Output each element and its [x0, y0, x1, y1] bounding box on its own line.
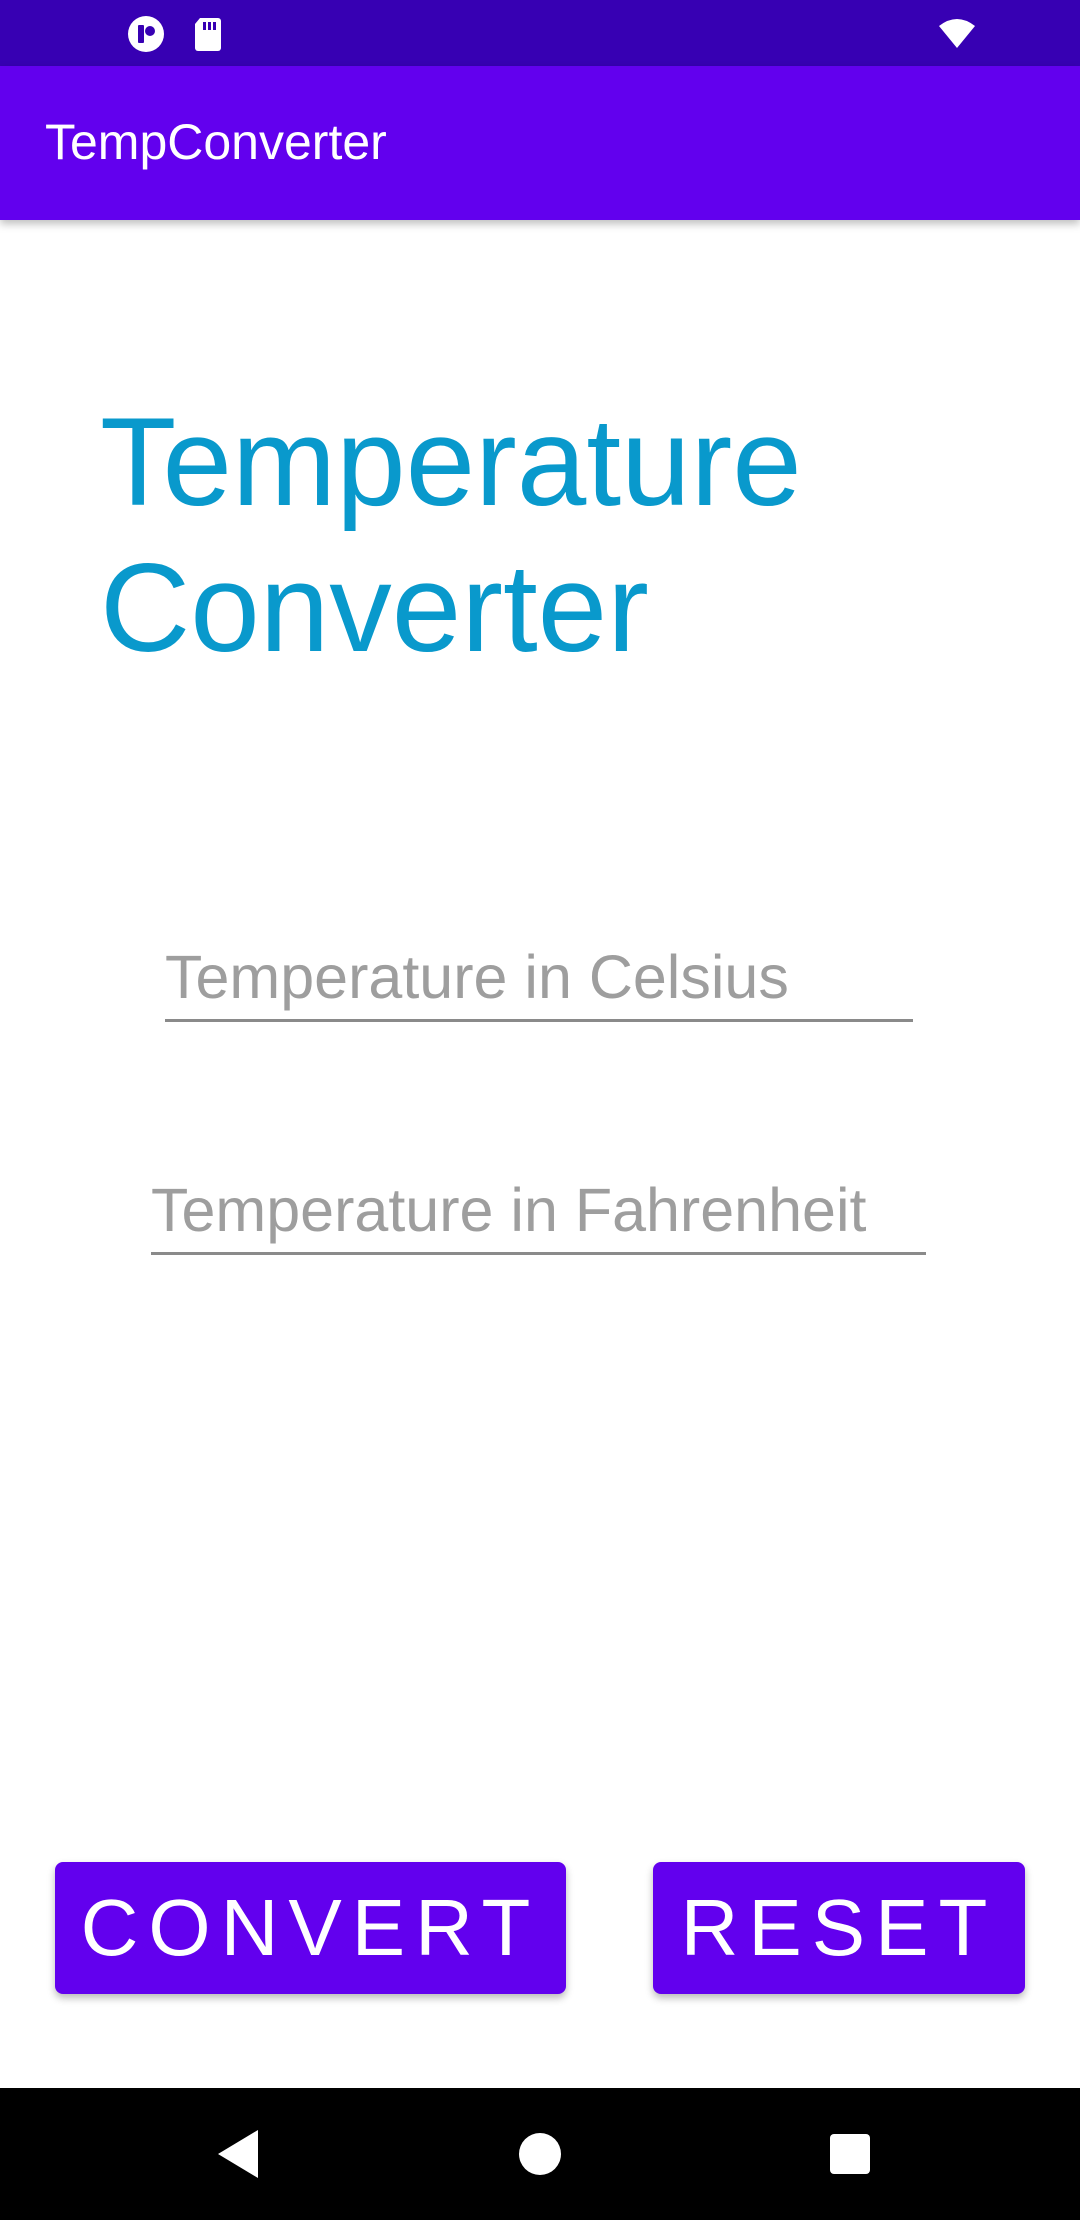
app-title: TempConverter — [45, 114, 387, 170]
celsius-input[interactable] — [165, 935, 913, 1022]
status-bar — [0, 0, 1080, 66]
heading-line-2: Converter — [100, 539, 649, 678]
navigation-bar — [0, 2088, 1080, 2220]
reset-button[interactable]: RESET — [653, 1862, 1025, 1994]
wifi-icon — [937, 14, 977, 54]
screen: TempConverter Temperature Converter CONV… — [0, 0, 1080, 2220]
home-icon[interactable] — [500, 2114, 580, 2194]
recents-icon[interactable] — [810, 2114, 890, 2194]
app-bar: TempConverter — [0, 66, 1080, 220]
convert-button[interactable]: CONVERT — [55, 1862, 566, 1994]
heading-line-1: Temperature — [100, 393, 802, 532]
page-heading: Temperature Converter — [100, 390, 1000, 682]
sd-card-icon — [188, 14, 228, 54]
fahrenheit-input[interactable] — [151, 1168, 926, 1255]
notification-icon — [126, 14, 166, 54]
back-icon[interactable] — [200, 2114, 280, 2194]
